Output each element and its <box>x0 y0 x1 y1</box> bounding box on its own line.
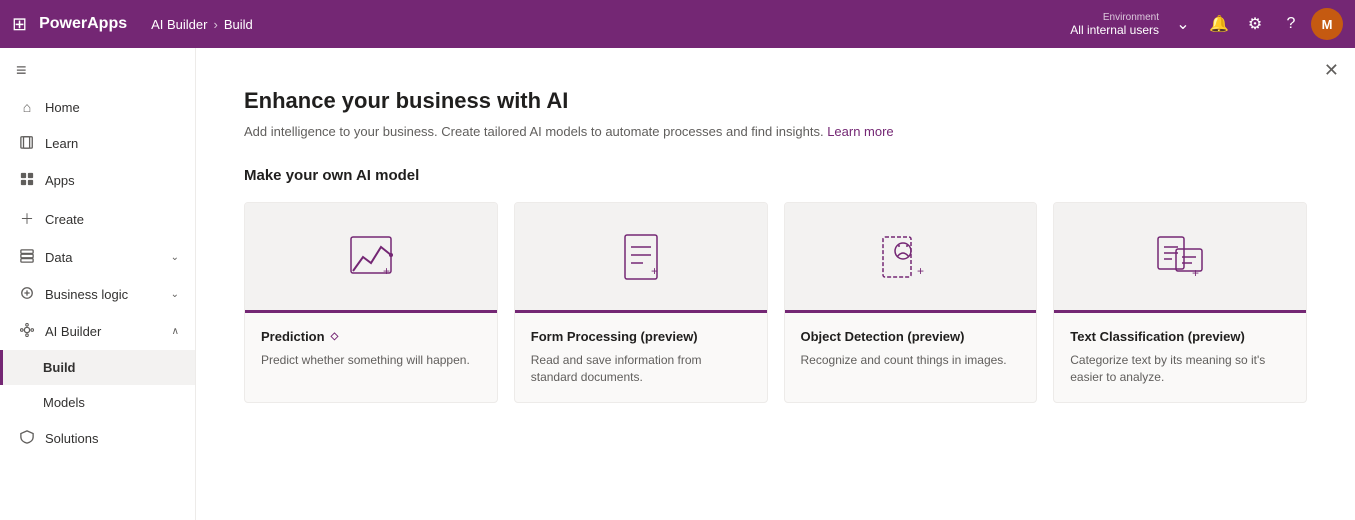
content-area: ✕ Enhance your business with AI Add inte… <box>196 48 1355 520</box>
solutions-icon <box>19 430 35 447</box>
object-detection-card-visual: + <box>785 203 1037 313</box>
sidebar-item-home-label: Home <box>45 100 80 115</box>
svg-text:+: + <box>1192 266 1199 280</box>
sidebar-item-models[interactable]: Models <box>0 385 195 420</box>
home-icon: ⌂ <box>19 99 35 115</box>
page-title: Enhance your business with AI <box>244 88 1307 114</box>
breadcrumb-separator: › <box>213 17 217 32</box>
avatar[interactable]: M <box>1311 8 1343 40</box>
sidebar-item-ai-builder[interactable]: AI Builder ∧ <box>0 313 195 350</box>
sidebar-item-create-label: Create <box>45 212 84 227</box>
sidebar-item-ai-builder-label: AI Builder <box>45 324 101 339</box>
env-chevron-button[interactable]: ⌄ <box>1167 8 1199 40</box>
object-detection-card-title: Object Detection (preview) <box>801 329 1021 344</box>
sidebar-item-create[interactable]: ＋ Create <box>0 199 195 239</box>
sidebar-item-apps-label: Apps <box>45 173 75 188</box>
sidebar-item-solutions-label: Solutions <box>45 431 98 446</box>
text-classification-card-body: Text Classification (preview) Categorize… <box>1054 313 1306 402</box>
learn-more-link[interactable]: Learn more <box>827 124 893 139</box>
create-icon: ＋ <box>19 209 35 229</box>
svg-text:+: + <box>383 264 390 278</box>
prediction-card-body: Prediction ◇ Predict whether something w… <box>245 313 497 385</box>
data-chevron-icon: ⌄ <box>171 252 179 263</box>
svg-text:+: + <box>917 264 924 278</box>
prediction-badge: ◇ <box>331 331 339 342</box>
sidebar-item-models-label: Models <box>43 395 85 410</box>
sidebar-item-home[interactable]: ⌂ Home <box>0 89 195 125</box>
form-processing-card-body: Form Processing (preview) Read and save … <box>515 313 767 402</box>
waffle-icon[interactable]: ⊞ <box>12 14 27 35</box>
business-logic-chevron-icon: ⌄ <box>171 289 179 300</box>
text-classification-card[interactable]: + Text Classification (preview) Categori… <box>1053 202 1307 403</box>
main-layout: ≡ ⌂ Home Learn Apps ＋ Create Data ⌄ <box>0 48 1355 520</box>
text-classification-card-desc: Categorize text by its meaning so it's e… <box>1070 352 1290 386</box>
form-processing-card-title: Form Processing (preview) <box>531 329 751 344</box>
environment-selector[interactable]: Environment All internal users <box>1070 12 1159 37</box>
close-button[interactable]: ✕ <box>1324 60 1339 81</box>
prediction-card-title: Prediction ◇ <box>261 329 481 344</box>
sidebar-item-business-logic[interactable]: Business logic ⌄ <box>0 276 195 313</box>
text-classification-card-visual: + <box>1054 203 1306 313</box>
sidebar-item-solutions[interactable]: Solutions <box>0 420 195 457</box>
breadcrumb-build: Build <box>224 17 253 32</box>
sidebar-item-business-logic-label: Business logic <box>45 287 128 302</box>
form-processing-icon: + <box>611 227 671 287</box>
svg-text:+: + <box>651 264 658 278</box>
object-detection-icon: + <box>875 227 945 287</box>
help-button[interactable]: ? <box>1275 8 1307 40</box>
env-value: All internal users <box>1070 23 1159 37</box>
sidebar: ≡ ⌂ Home Learn Apps ＋ Create Data ⌄ <box>0 48 196 520</box>
form-processing-card-desc: Read and save information from standard … <box>531 352 751 386</box>
business-logic-icon <box>19 286 35 303</box>
prediction-card-visual: + <box>245 203 497 313</box>
breadcrumb: AI Builder › Build <box>151 17 253 32</box>
page-subtitle: Add intelligence to your business. Creat… <box>244 124 1307 139</box>
sidebar-item-learn[interactable]: Learn <box>0 125 195 162</box>
topbar: ⊞ PowerApps AI Builder › Build Environme… <box>0 0 1355 48</box>
breadcrumb-ai-builder[interactable]: AI Builder <box>151 17 207 32</box>
prediction-icon: + <box>341 227 401 287</box>
form-processing-card[interactable]: + Form Processing (preview) Read and sav… <box>514 202 768 403</box>
sidebar-collapse-button[interactable]: ≡ <box>0 48 195 89</box>
sidebar-item-build-label: Build <box>43 360 76 375</box>
text-classification-card-title: Text Classification (preview) <box>1070 329 1290 344</box>
brand-label: PowerApps <box>39 15 127 33</box>
object-detection-card-body: Object Detection (preview) Recognize and… <box>785 313 1037 385</box>
topbar-right: Environment All internal users ⌄ 🔔 ⚙ ? M <box>1070 8 1343 40</box>
notifications-button[interactable]: 🔔 <box>1203 8 1235 40</box>
prediction-card[interactable]: + Prediction ◇ Predict whether something… <box>244 202 498 403</box>
ai-builder-icon <box>19 323 35 340</box>
settings-button[interactable]: ⚙ <box>1239 8 1271 40</box>
env-label: Environment <box>1103 12 1159 23</box>
object-detection-card[interactable]: + Object Detection (preview) Recognize a… <box>784 202 1038 403</box>
sidebar-item-learn-label: Learn <box>45 136 78 151</box>
apps-icon <box>19 172 35 189</box>
ai-builder-chevron-icon: ∧ <box>172 326 179 337</box>
form-processing-card-visual: + <box>515 203 767 313</box>
sidebar-item-data-label: Data <box>45 250 72 265</box>
subtitle-text: Add intelligence to your business. Creat… <box>244 124 824 139</box>
cards-grid: + Prediction ◇ Predict whether something… <box>244 202 1307 403</box>
data-icon <box>19 249 35 266</box>
sidebar-item-data[interactable]: Data ⌄ <box>0 239 195 276</box>
object-detection-card-desc: Recognize and count things in images. <box>801 352 1021 369</box>
prediction-card-desc: Predict whether something will happen. <box>261 352 481 369</box>
section-title: Make your own AI model <box>244 167 1307 184</box>
sidebar-item-apps[interactable]: Apps <box>0 162 195 199</box>
learn-icon <box>19 135 35 152</box>
text-classification-icon: + <box>1150 227 1210 287</box>
sidebar-item-build[interactable]: Build <box>0 350 195 385</box>
